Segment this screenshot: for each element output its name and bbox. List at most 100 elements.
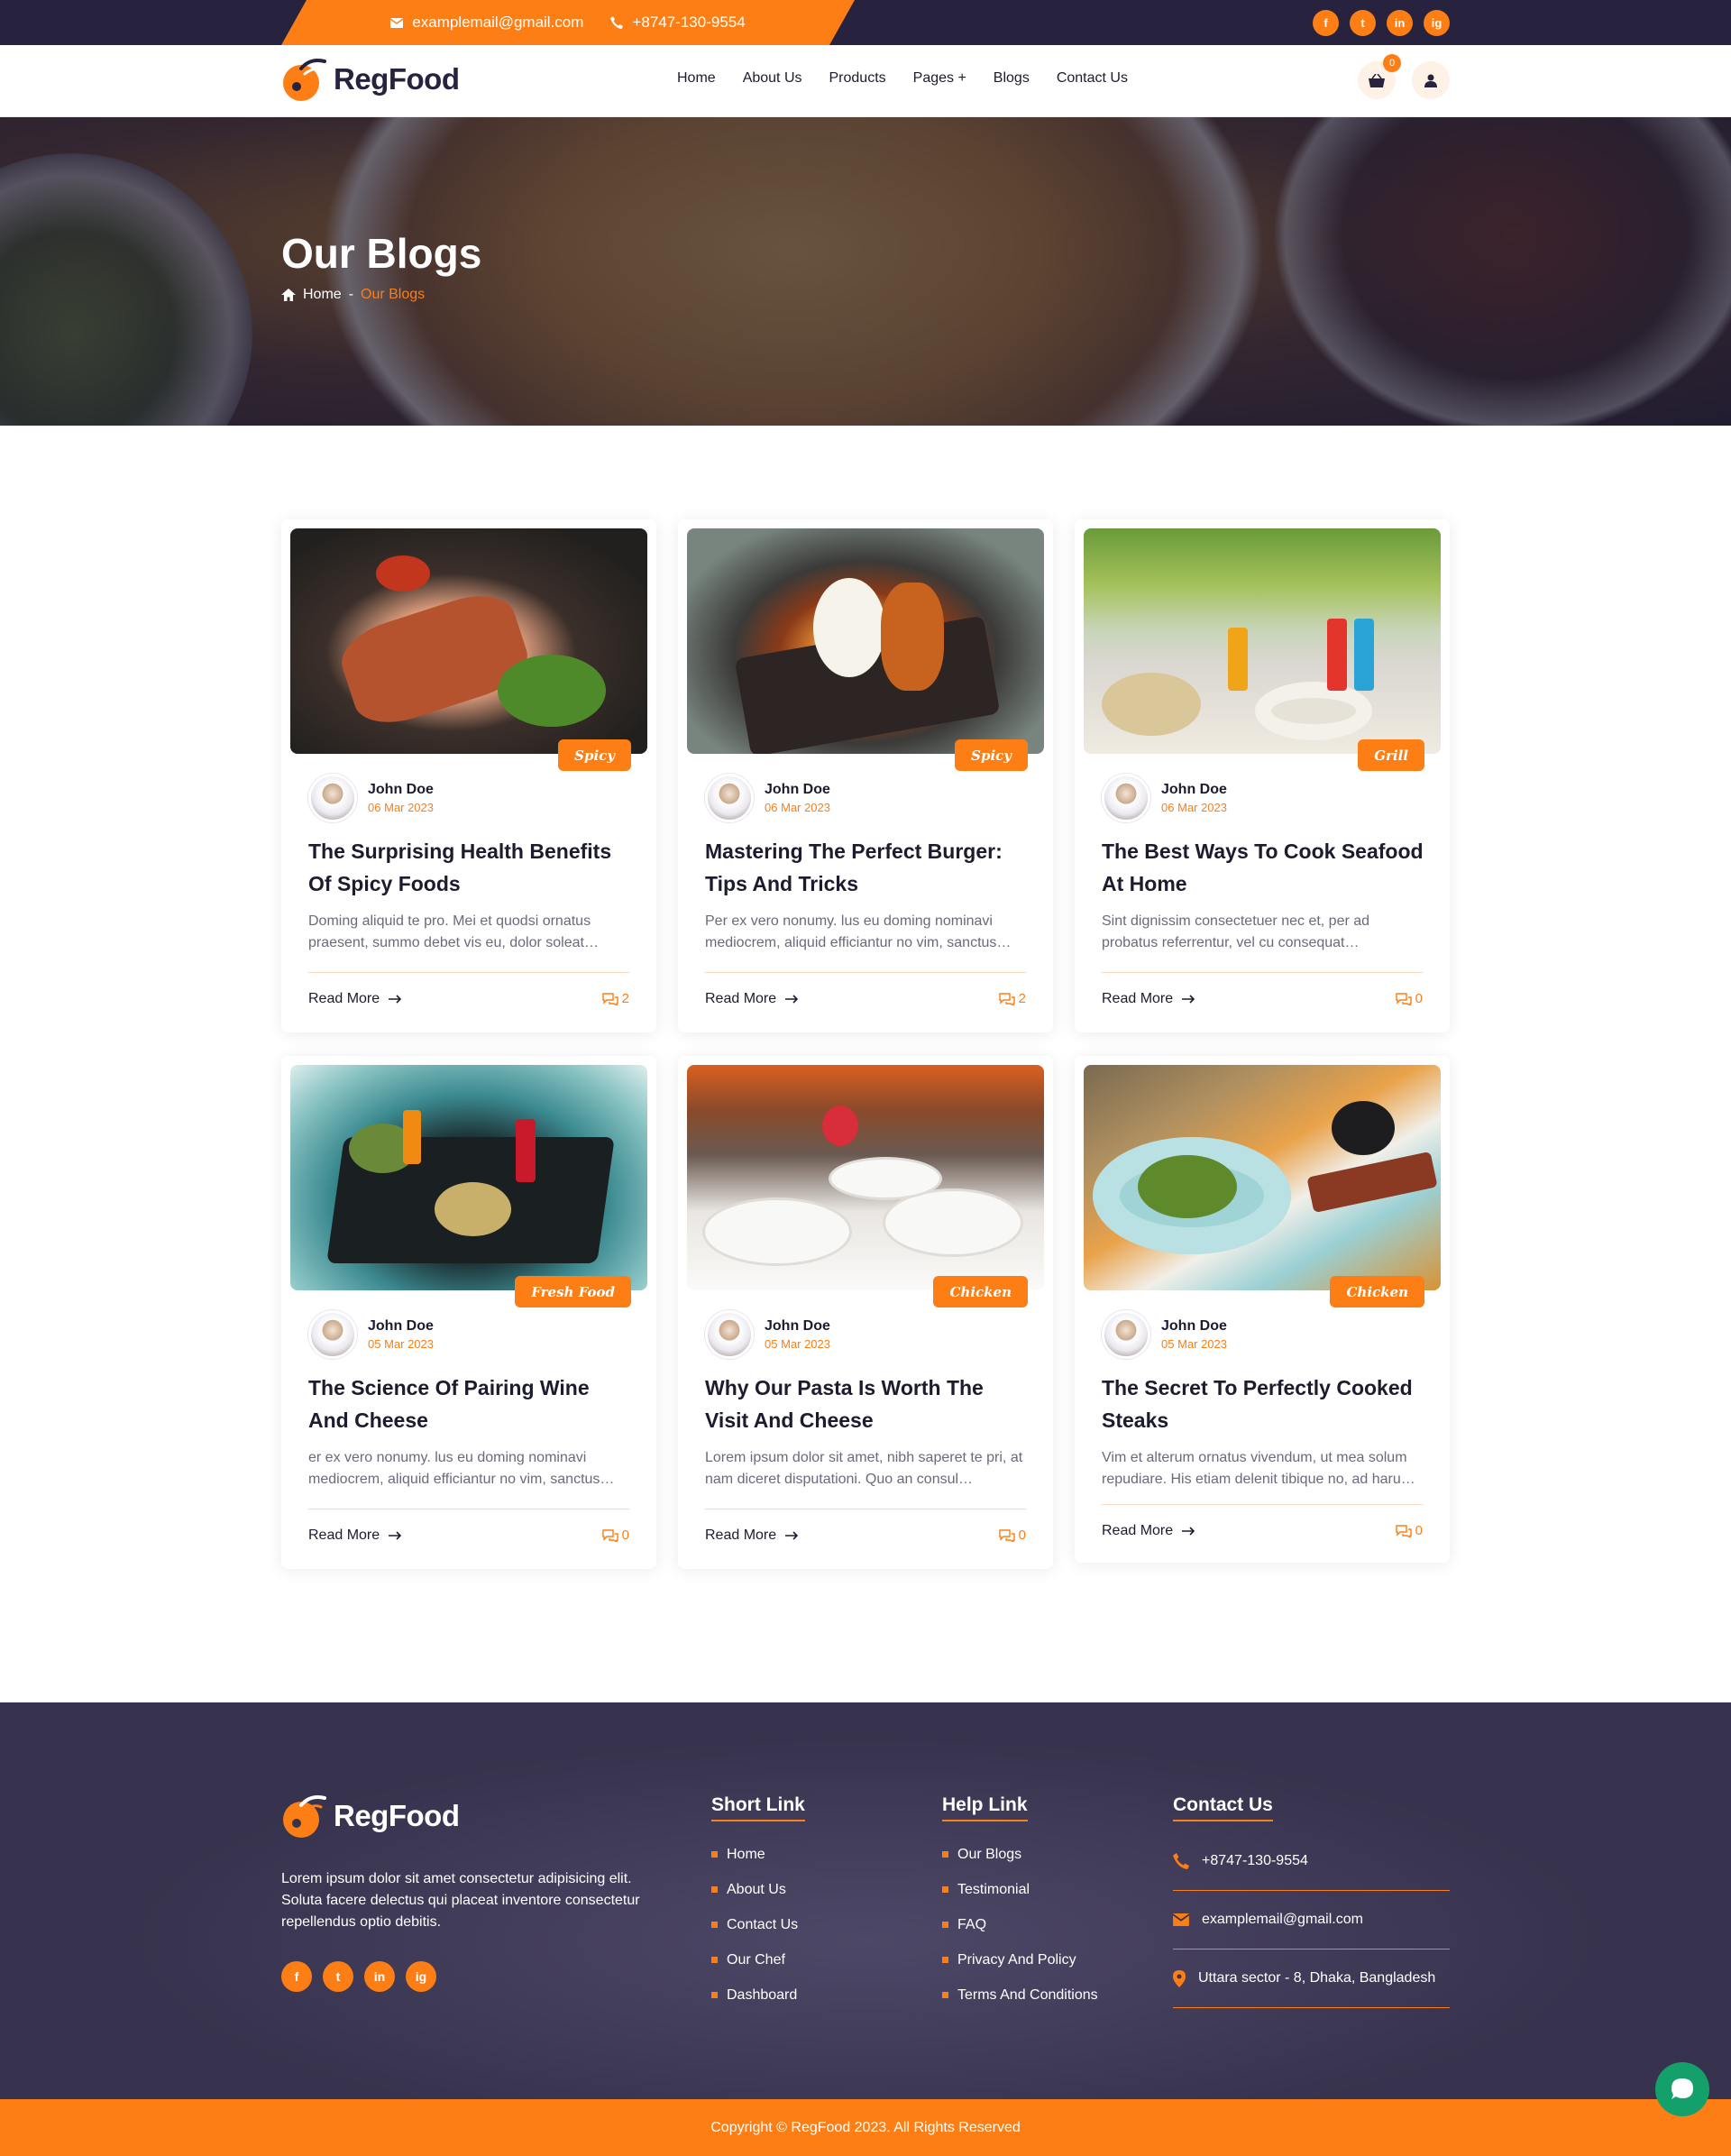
comment-count[interactable]: 0 — [601, 1528, 629, 1543]
copyright-bar: Copyright © RegFood 2023. All Rights Res… — [0, 2099, 1731, 2156]
site-logo[interactable]: RegFood — [281, 56, 460, 103]
footer-contact-email[interactable]: examplemail@gmail.com — [1173, 1891, 1450, 1950]
comment-count[interactable]: 0 — [1395, 1523, 1423, 1538]
card-divider — [1102, 972, 1423, 973]
footer-contact-address: Uttara sector - 8, Dhaka, Bangladesh — [1173, 1950, 1450, 2008]
author-name: John Doe — [368, 1318, 434, 1334]
topbar-social-links: f t in ig — [1313, 10, 1450, 36]
linkedin-icon[interactable]: in — [364, 1961, 395, 1992]
post-title[interactable]: The Best Ways To Cook Seafood At Home — [1102, 835, 1426, 900]
nav-pages[interactable]: Pages + — [913, 70, 966, 87]
logo-icon — [283, 59, 326, 101]
topbar-phone[interactable]: +8747-130-9554 — [610, 14, 745, 32]
nav-about[interactable]: About Us — [743, 70, 802, 87]
read-more-label: Read More — [705, 991, 777, 1006]
nav-products[interactable]: Products — [829, 70, 886, 87]
footer-link-dashboard[interactable]: Dashboard — [711, 1977, 798, 2013]
contact-strip: examplemail@gmail.com +8747-130-9554 — [281, 0, 855, 45]
category-tag[interactable]: Fresh Food — [515, 1276, 631, 1307]
category-tag[interactable]: Chicken — [1330, 1276, 1424, 1307]
page-hero-banner: Our Blogs Home - Our Blogs — [0, 117, 1731, 426]
cart-button[interactable]: 0 — [1358, 54, 1401, 99]
footer-link-faq[interactable]: FAQ — [942, 1907, 1098, 1942]
footer-link-privacy[interactable]: Privacy And Policy — [942, 1942, 1098, 1977]
twitter-icon[interactable]: t — [323, 1961, 353, 1992]
post-title[interactable]: The Surprising Health Benefits Of Spicy … — [308, 835, 633, 900]
blog-image-steak[interactable] — [1084, 1065, 1441, 1290]
post-author: John Doe 05 Mar 2023 — [1102, 1310, 1227, 1359]
post-title[interactable]: The Secret To Perfectly Cooked Steaks — [1102, 1372, 1426, 1436]
footer-background — [0, 1702, 1731, 2099]
blog-card: Grill John Doe 06 Mar 2023 The Best Ways… — [1075, 519, 1450, 1032]
main-header: RegFood Home About Us Products Pages + B… — [0, 45, 1731, 117]
category-tag[interactable]: Chicken — [933, 1276, 1028, 1307]
breadcrumb-home[interactable]: Home — [303, 287, 342, 303]
read-more-link[interactable]: Read More — [1102, 1523, 1195, 1539]
nav-contact[interactable]: Contact Us — [1057, 70, 1128, 87]
footer-link-about[interactable]: About Us — [711, 1872, 798, 1907]
post-author: John Doe 06 Mar 2023 — [308, 774, 434, 822]
blog-image-outdoor-dining[interactable] — [1084, 528, 1441, 754]
facebook-icon[interactable]: f — [281, 1961, 312, 1992]
instagram-icon[interactable]: ig — [1424, 10, 1450, 36]
author-name: John Doe — [368, 782, 434, 797]
help-link-heading: Help Link — [942, 1794, 1028, 1821]
footer-contact-phone[interactable]: +8747-130-9554 — [1173, 1832, 1450, 1891]
footer-link-chef[interactable]: Our Chef — [711, 1942, 798, 1977]
category-tag[interactable]: Spicy — [955, 739, 1028, 771]
post-date: 06 Mar 2023 — [1161, 801, 1227, 814]
comment-count[interactable]: 2 — [601, 991, 629, 1006]
footer-logo[interactable]: RegFood — [281, 1793, 460, 1839]
avatar — [1102, 774, 1150, 822]
blog-image-meatloaf[interactable] — [290, 528, 647, 754]
chat-widget-button[interactable] — [1655, 2062, 1709, 2116]
card-divider — [1102, 1504, 1423, 1505]
post-excerpt: Doming aliquid te pro. Mei et quodsi orn… — [308, 913, 599, 950]
read-more-label: Read More — [1102, 1523, 1174, 1538]
facebook-icon[interactable]: f — [1313, 10, 1339, 36]
read-more-link[interactable]: Read More — [1102, 991, 1195, 1007]
nav-home[interactable]: Home — [677, 70, 716, 87]
avatar — [308, 1310, 357, 1359]
post-date: 06 Mar 2023 — [368, 801, 434, 814]
post-title[interactable]: Mastering The Perfect Burger: Tips And T… — [705, 835, 1030, 900]
topbar-email[interactable]: examplemail@gmail.com — [390, 14, 583, 32]
phone-icon — [610, 16, 623, 29]
arrow-right-icon — [389, 995, 402, 1004]
footer-link-contact[interactable]: Contact Us — [711, 1907, 798, 1942]
read-more-link[interactable]: Read More — [705, 991, 799, 1007]
post-excerpt: Per ex vero nonumy. lus eu doming nomina… — [705, 913, 1012, 950]
comments-icon — [601, 1528, 618, 1542]
comment-count-value: 0 — [621, 1528, 629, 1543]
footer-description: Lorem ipsum dolor sit amet consectetur a… — [281, 1871, 640, 1930]
twitter-icon[interactable]: t — [1350, 10, 1376, 36]
instagram-icon[interactable]: ig — [406, 1961, 436, 1992]
avatar — [705, 774, 754, 822]
linkedin-icon[interactable]: in — [1387, 10, 1413, 36]
footer-link-blogs[interactable]: Our Blogs — [942, 1837, 1098, 1872]
post-title[interactable]: Why Our Pasta Is Worth The Visit And Che… — [705, 1372, 1030, 1436]
category-tag[interactable]: Grill — [1358, 739, 1424, 771]
blog-image-shrimp[interactable] — [687, 528, 1044, 754]
post-date: 05 Mar 2023 — [1161, 1337, 1227, 1351]
post-title[interactable]: The Science Of Pairing Wine And Cheese — [308, 1372, 633, 1436]
arrow-right-icon — [389, 1531, 402, 1540]
comment-count[interactable]: 0 — [998, 1528, 1026, 1543]
blog-image-restaurant-table[interactable] — [687, 1065, 1044, 1290]
user-account-button[interactable] — [1412, 61, 1450, 99]
read-more-link[interactable]: Read More — [308, 1528, 402, 1544]
nav-blogs[interactable]: Blogs — [994, 70, 1030, 87]
footer-link-home[interactable]: Home — [711, 1837, 798, 1872]
footer-link-terms[interactable]: Terms And Conditions — [942, 1977, 1098, 2013]
comment-count[interactable]: 2 — [998, 991, 1026, 1006]
footer-link-testimonial[interactable]: Testimonial — [942, 1872, 1098, 1907]
topbar-phone-text: +8747-130-9554 — [632, 14, 746, 31]
comment-count[interactable]: 0 — [1395, 991, 1423, 1006]
category-tag[interactable]: Spicy — [558, 739, 631, 771]
header-actions: 0 — [1358, 54, 1450, 99]
comment-count-value: 0 — [1415, 1523, 1423, 1538]
read-more-link[interactable]: Read More — [308, 991, 402, 1007]
read-more-link[interactable]: Read More — [705, 1528, 799, 1544]
main-nav: Home About Us Products Pages + Blogs Con… — [677, 70, 1128, 87]
blog-image-wine-cheese[interactable] — [290, 1065, 647, 1290]
